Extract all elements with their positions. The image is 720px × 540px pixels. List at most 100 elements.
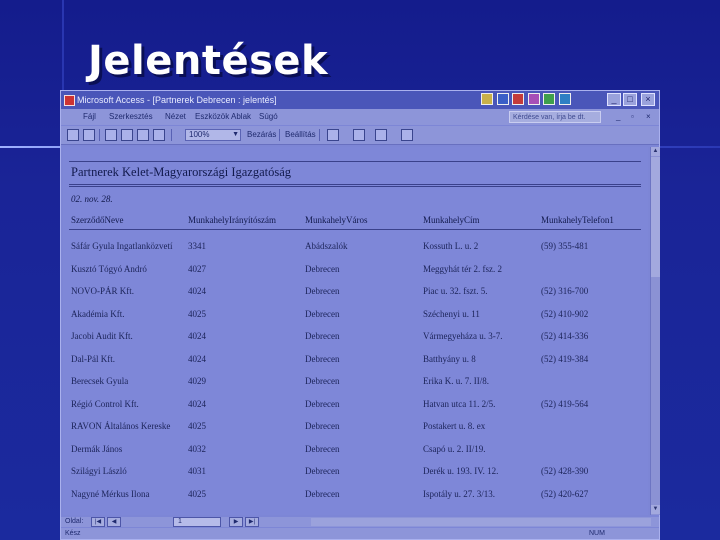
table-cell: Dermák János [71,443,123,454]
zoom-select[interactable]: 100% ▼ [185,129,241,141]
table-cell: Berecsek Gyula [71,376,129,386]
database-window-icon[interactable] [353,129,365,141]
table-cell: (52) 419-384 [541,353,589,364]
table-cell: Debrecen [305,398,340,409]
table-cell: Debrecen [305,331,340,341]
table-cell: Régió Control Kft. [71,398,139,409]
toolbar-separator [279,129,280,141]
first-page-button[interactable]: |◀ [91,517,105,527]
word-icon[interactable] [496,93,509,105]
print-preview-toolbar: 100% ▼ Bezárás Beállítás [61,126,659,145]
menu-window[interactable]: Ablak [231,112,251,121]
table-cell: Abádszalók [305,241,348,251]
powerpoint-icon[interactable] [527,93,540,105]
table-cell: Akadémia Kft. [71,308,125,319]
report-preview[interactable]: Partnerek Kelet-Magyarországi Igazgatósá… [63,147,648,515]
table-cell: 4024 [188,331,206,341]
table-row: Dermák János 4032 Debrecen Csapó u. 2. II/1… [63,444,648,458]
report-top-rule [69,161,641,162]
report-title-rule [69,186,641,187]
close-preview-button[interactable]: Bezárás [247,130,276,139]
table-cell: Debrecen [305,263,340,274]
access-icon[interactable] [512,93,525,105]
page-label: Oldal: [65,518,84,525]
word-export-icon[interactable] [327,129,339,141]
restore-button[interactable]: □ [623,93,637,106]
table-cell: 4025 [188,488,206,499]
column-header: MunkahelyTelefon1 [541,215,614,225]
table-cell: (52) 410-902 [541,308,589,319]
design-view-icon[interactable] [67,129,79,141]
table-cell: NOVO-PÁR Kft. [71,286,134,296]
table-cell: Széchenyi u. 11 [423,308,480,319]
horizontal-scrollbar[interactable] [311,518,651,526]
scroll-down-icon[interactable]: ▼ [651,505,660,514]
column-header: MunkahelyCím [423,215,480,225]
table-cell: Nagyné Mérkus Ilona [71,488,150,499]
menu-bar: Fájl Szerkesztés Nézet Eszközök Ablak Sú… [61,109,659,125]
next-page-button[interactable]: ▶ [229,517,243,527]
zoom-icon[interactable] [105,129,117,141]
folder-icon[interactable] [481,93,493,105]
table-cell: Szilágyi László [71,466,127,476]
table-cell: (52) 414-336 [541,331,589,341]
table-row: Sáfár Gyula Ingatlanközvetí 3341 Abádszaló… [63,241,648,255]
table-cell: 4031 [188,466,206,476]
two-pages-icon[interactable] [137,129,149,141]
column-header: MunkahelyIrányítószám [188,215,276,225]
close-button[interactable]: × [641,93,655,106]
table-cell: (52) 316-700 [541,286,589,296]
window-titlebar[interactable]: Microsoft Access - [Partnerek Debrecen :… [61,91,659,109]
access-app-icon [64,95,75,106]
help-icon[interactable] [401,129,413,141]
menu-file[interactable]: Fájl [83,112,96,121]
page-number-input[interactable]: 1 [173,517,221,527]
table-cell: Meggyhát tér 2. fsz. 2 [423,263,502,274]
menu-minimize-button[interactable]: _ [616,112,620,121]
report-title: Partnerek Kelet-Magyarországi Igazgatósá… [71,165,292,179]
table-cell: Debrecen [305,488,340,499]
table-cell: Kossuth L. u. 2 [423,241,479,251]
multiple-pages-icon[interactable] [153,129,165,141]
taskbar-icons [481,93,572,107]
scroll-thumb[interactable] [651,157,660,277]
table-cell: Debrecen [305,376,340,386]
excel-icon[interactable] [543,93,556,105]
table-cell: Debrecen [305,421,340,431]
previous-page-button[interactable]: ◀ [107,517,121,527]
table-cell: Hatvan utca 11. 2/5. [423,398,496,409]
table-row: Kusztó Tógyó Andró 4027 Debrecen Meggyhát t… [63,264,648,278]
scroll-up-icon[interactable]: ▲ [651,147,660,156]
menu-close-button[interactable]: × [646,112,651,121]
one-page-icon[interactable] [121,129,133,141]
page-setup-button[interactable]: Beállítás [285,130,316,139]
table-cell: 4024 [188,398,206,409]
table-cell: (59) 355-481 [541,241,589,251]
chevron-down-icon: ▼ [232,131,239,138]
table-row: Szilágyi László 4031 Debrecen Derék u. 193.… [63,466,648,480]
print-icon[interactable] [83,129,95,141]
menu-tools[interactable]: Eszközök [195,112,229,121]
new-object-icon[interactable] [375,129,387,141]
table-row: Jacobi Audit Kft. 4024 Debrecen Vármegyeház… [63,331,648,345]
table-cell: Vármegyeháza u. 3-7. [423,331,503,341]
menu-help[interactable]: Súgó [259,112,278,121]
table-cell: Kusztó Tógyó Andró [71,263,147,274]
vertical-scrollbar[interactable]: ▲ ▼ [650,147,660,515]
menu-edit[interactable]: Szerkesztés [109,112,153,121]
menu-view[interactable]: Nézet [165,112,186,121]
access-window: Microsoft Access - [Partnerek Debrecen :… [60,90,660,540]
table-row: RAVON Általános Kereske 4025 Debrecen Posta… [63,421,648,435]
menu-restore-button[interactable]: ▫ [631,112,634,121]
table-cell: Derék u. 193. IV. 12. [423,466,499,476]
table-row: Akadémia Kft. 4025 Debrecen Széchenyi u. 11… [63,309,648,323]
table-row: Nagyné Mérkus Ilona 4025 Debrecen Ispotály … [63,489,648,503]
help-search-input[interactable]: Kérdése van, írja be dt. [509,111,601,123]
report-title-rule [69,184,641,185]
table-cell: Csapó u. 2. II/19. [423,443,486,454]
outlook-icon[interactable] [558,93,571,105]
minimize-button[interactable]: _ [607,93,621,106]
header-rule [69,229,641,230]
last-page-button[interactable]: ▶| [245,517,259,527]
toolbar-separator [171,129,172,141]
